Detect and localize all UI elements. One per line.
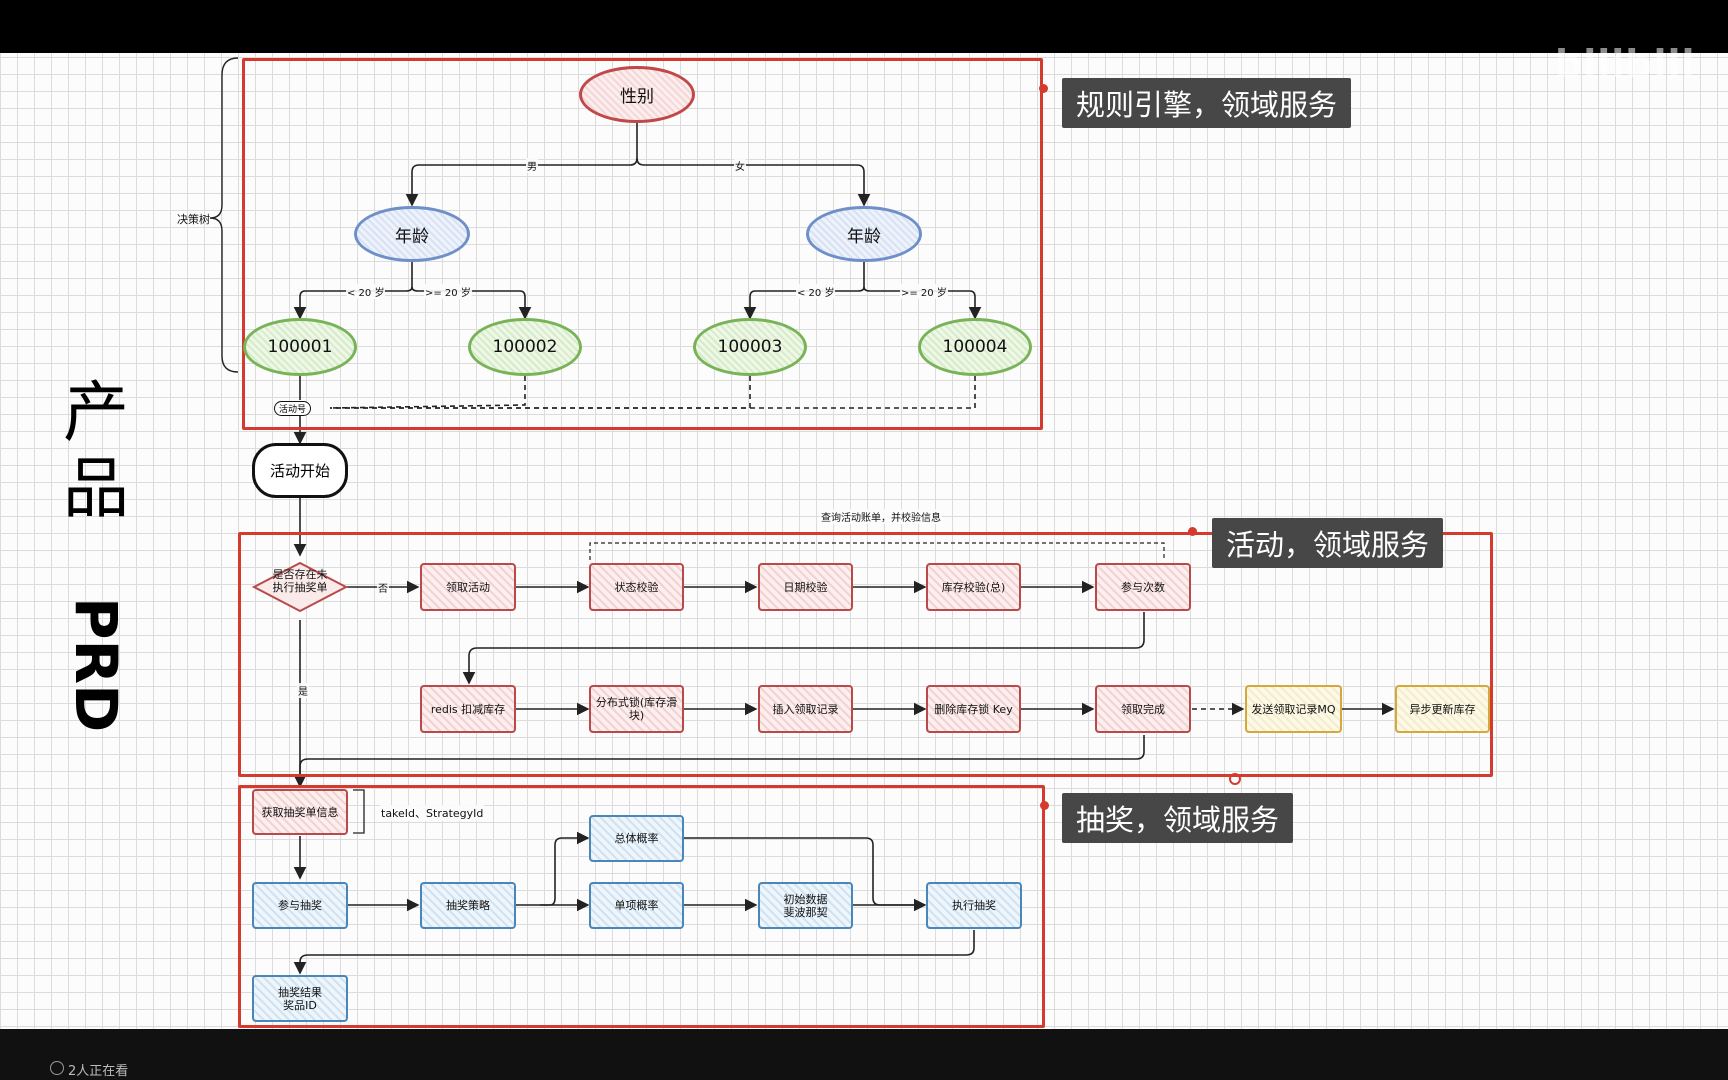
flow-get-lottery-order: 获取抽奖单信息 [252,789,348,835]
ge20-left-label: >= 20 岁 [424,284,472,299]
flow-execute-lottery: 执行抽奖 [926,882,1022,929]
flow-redis-deduct: redis 扣减库存 [420,685,516,733]
rule-engine-tag: 规则引擎，领域服务 [1062,78,1352,128]
flow-status-check: 状态校验 [589,563,684,611]
flow-date-check: 日期校验 [758,563,853,611]
cursor-marker [1229,773,1241,785]
activity-tag: 活动，领域服务 [1212,518,1444,568]
flow-distributed-lock: 分布式锁(库存滑块) [589,685,684,733]
ge20-right-label: >= 20 岁 [900,284,948,299]
lt20-left-label: < 20 岁 [346,284,386,299]
lottery-tag: 抽奖，领域服务 [1062,793,1294,843]
age-node-right: 年龄 [806,206,922,262]
lottery-marker [1040,801,1049,810]
activity-marker [1188,527,1197,536]
flow-single-probability: 单项概率 [589,882,684,929]
flow-lottery-strategy: 抽奖策略 [420,882,516,929]
activity-start-node: 活动开始 [252,443,348,498]
decision-no-label: 否 [377,580,389,595]
flow-delete-lock-key: 删除库存锁 Key [926,685,1021,733]
flow-lottery-result: 抽奖结果 奖品ID [252,975,348,1022]
flow-claim-activity: 领取活动 [420,563,516,611]
gender-node: 性别 [579,66,695,123]
flow-stock-check: 库存校验(总) [926,563,1021,611]
lt20-right-label: < 20 岁 [796,284,836,299]
flow-total-probability: 总体概率 [589,815,684,862]
flow-send-mq: 发送领取记录MQ [1245,685,1342,733]
branch-female-label: 女 [734,158,746,173]
activity-number-tag: 活动号 [274,401,312,416]
branch-male-label: 男 [526,158,538,173]
decision-label: 是否存在未执行抽奖单 [272,568,328,594]
leaf-100001: 100001 [243,318,357,376]
flow-claim-complete: 领取完成 [1095,685,1191,733]
ids-label: takeId、StrategyId [380,805,485,821]
decision-tree-label: 决策树 [177,213,210,226]
rule-engine-marker [1039,84,1048,93]
query-label: 查询活动账单，并校验信息 [820,509,942,524]
leaf-100002: 100002 [468,318,582,376]
flow-participation-count: 参与次数 [1095,563,1191,611]
age-node-left: 年龄 [354,206,470,262]
leaf-100003: 100003 [693,318,807,376]
flow-insert-record: 插入领取记录 [758,685,853,733]
decision-yes-label: 是 [297,683,309,698]
flow-join-lottery: 参与抽奖 [252,882,348,929]
flow-init-data: 初始数据 斐波那契 [758,882,853,929]
flow-async-update-stock: 异步更新库存 [1395,685,1490,733]
leaf-100004: 100004 [918,318,1032,376]
